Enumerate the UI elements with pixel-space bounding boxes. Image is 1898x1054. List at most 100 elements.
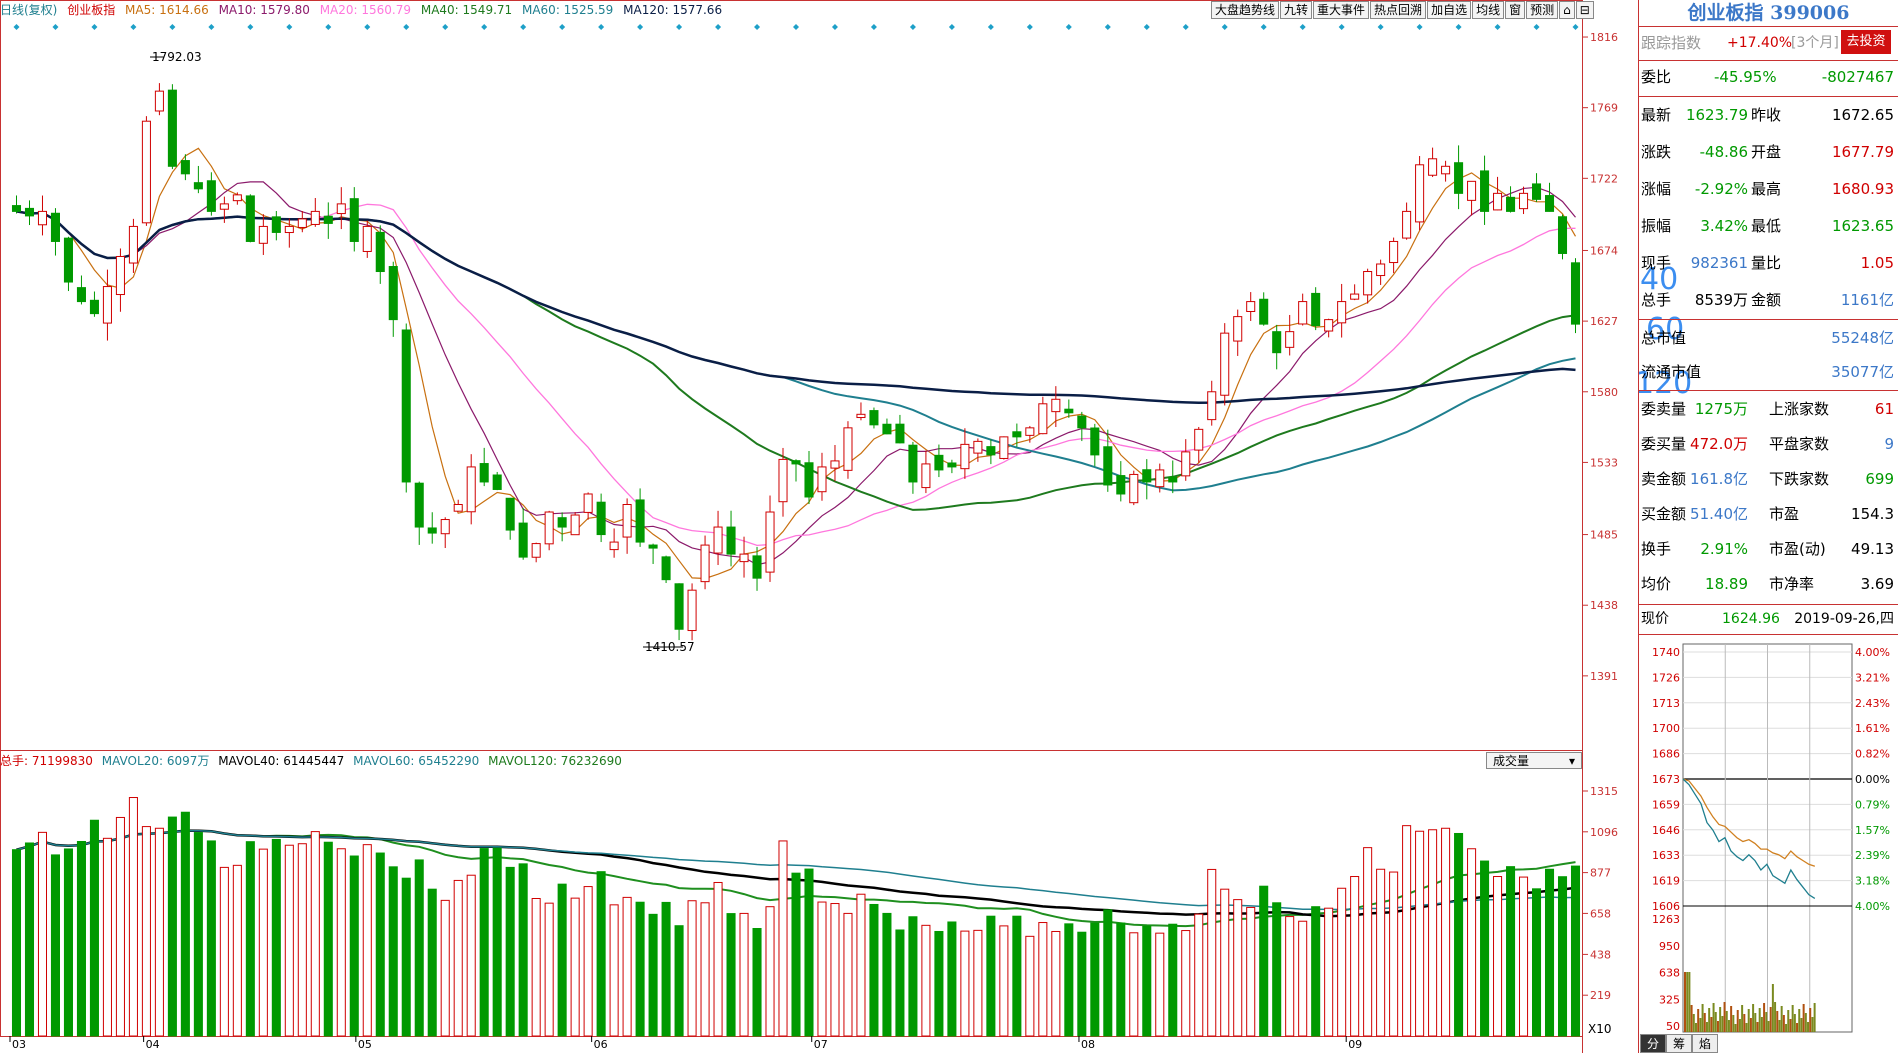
mini-volume-label: 638 — [1659, 967, 1680, 980]
volume-bar — [752, 927, 762, 1037]
market-trend-button[interactable]: 大盘趋势线 — [1211, 1, 1280, 19]
current-price-label: 现价 — [1641, 611, 1669, 627]
event-marker-icon — [1260, 24, 1267, 30]
window-button[interactable]: 窗 — [1505, 1, 1526, 19]
event-marker-icon — [91, 24, 98, 30]
kline-chart-area[interactable]: 1816 1769 1722 1674 1627 1580 1533 1485 1438 1391… — [0, 0, 1638, 1053]
event-marker-icon — [13, 24, 20, 30]
indicator-dropdown[interactable]: 成交量 ▾ — [1486, 752, 1582, 769]
candle-body — [869, 410, 879, 426]
candle-body — [1363, 271, 1373, 296]
candle-body — [1376, 263, 1386, 277]
tab-chips[interactable]: 筹 — [1666, 1034, 1693, 1053]
volume-bar — [531, 898, 541, 1037]
intraday-chart[interactable]: 1740 4.00% 1726 3.21% 1713 2.43% 1700 1.61% 1686… — [1639, 634, 1898, 1034]
candle-body — [1142, 469, 1152, 483]
candle-body — [479, 463, 489, 483]
hotspot-review-button[interactable]: 热点回溯 — [1370, 1, 1427, 19]
candle-body — [804, 462, 814, 498]
close-icon[interactable]: ⊟ — [1575, 1, 1594, 19]
candle-body — [531, 543, 541, 558]
stat-label2-1: 平盘家数 — [1769, 435, 1830, 453]
home-icon[interactable]: ⌂ — [1559, 1, 1575, 19]
indicator-dropdown-label: 成交量 — [1493, 754, 1530, 768]
event-marker-icon — [831, 24, 838, 30]
volume-bar — [830, 903, 840, 1037]
candle-body — [1506, 196, 1516, 212]
volume-bar — [1557, 876, 1568, 1037]
candle-body — [180, 160, 190, 175]
mini-volume-label: 950 — [1659, 940, 1680, 953]
ma20-label: MA20: 1560.79 — [319, 3, 412, 17]
mini-price-label: 1726 — [1652, 671, 1680, 684]
volume-bar — [635, 901, 645, 1037]
mini-price-label: 1713 — [1652, 697, 1680, 710]
candle-body — [11, 205, 22, 212]
event-marker-icon — [1572, 24, 1579, 30]
candle-body — [505, 497, 515, 531]
major-events-button[interactable]: 重大事件 — [1313, 1, 1370, 19]
stat-value-0: 1275万 — [1694, 400, 1748, 418]
period-label[interactable]: 日线(复权) — [0, 3, 57, 17]
volume-bar — [648, 913, 658, 1037]
candle-body — [1519, 192, 1529, 210]
event-marker-icon — [1182, 24, 1189, 30]
candle-body — [245, 195, 255, 242]
volume-bar — [219, 866, 229, 1037]
date-tick-label: 04 — [146, 1038, 160, 1051]
high-annotation: 1792.03 — [152, 50, 202, 64]
forecast-button[interactable]: 预测 — [1526, 1, 1559, 19]
event-marker-icon — [754, 24, 761, 30]
candle-body — [1544, 195, 1555, 212]
quote-label-0: 最新 — [1641, 106, 1672, 124]
volume-bar — [1155, 932, 1165, 1037]
ma60-line — [16, 210, 1576, 492]
candle-body — [635, 499, 645, 543]
tab-time-share[interactable]: 分 — [1640, 1034, 1667, 1053]
volume-bar — [960, 930, 970, 1037]
volume-bar — [1142, 925, 1152, 1037]
mini-pct-label: 0.79% — [1855, 798, 1890, 811]
stat-label-2: 卖金额 — [1641, 470, 1687, 488]
add-watchlist-button[interactable]: 加自选 — [1427, 1, 1472, 19]
candle-body — [1428, 158, 1438, 176]
event-marker-icon — [247, 24, 254, 30]
ma60-label: MA60: 1525.59 — [521, 3, 614, 17]
volume-bar — [1129, 932, 1139, 1037]
candle-body — [76, 287, 86, 303]
event-marker-icon — [1416, 24, 1423, 30]
volume-bar — [765, 906, 775, 1037]
candle-body — [1532, 183, 1542, 200]
invest-button[interactable]: 去投资 — [1841, 30, 1891, 54]
volume-bar — [1194, 913, 1204, 1037]
volume-bar — [440, 899, 450, 1037]
candle-body — [427, 527, 437, 534]
candle-body — [1389, 240, 1399, 264]
volume-bar — [1259, 885, 1269, 1037]
stat-value-3: 51.40亿 — [1690, 505, 1748, 523]
stat-value2-0: 61 — [1874, 400, 1894, 418]
stat-value-2: 161.8亿 — [1690, 470, 1748, 488]
volume-bar — [1311, 906, 1321, 1037]
event-marker-icon — [598, 24, 605, 30]
stat-label-0: 委卖量 — [1641, 400, 1687, 418]
stat-value-5: 18.89 — [1705, 575, 1748, 593]
volume-bar — [843, 912, 853, 1037]
candle-body — [661, 556, 671, 581]
volume-bar — [1415, 830, 1425, 1037]
tab-flame[interactable]: 焰 — [1692, 1034, 1719, 1053]
date-tick-label: 05 — [358, 1038, 372, 1051]
event-marker-icon — [442, 24, 449, 30]
candle-body — [1493, 192, 1503, 211]
indicator-header: 日线(复权) 创业板指 MA5: 1614.66 MA10: 1579.80 M… — [0, 0, 1210, 20]
nine-turn-button[interactable]: 九转 — [1280, 1, 1313, 19]
candle-body — [1259, 298, 1269, 325]
volume-bar — [1298, 920, 1308, 1037]
candle-body — [947, 462, 957, 468]
ma-settings-button[interactable]: 均线 — [1472, 1, 1505, 19]
candle-body — [622, 504, 632, 538]
stat-row: 买金额 51.40亿 市盈 154.3 — [1639, 497, 1898, 531]
volume-bar — [479, 848, 489, 1037]
candle-body — [739, 553, 749, 563]
volume-bar — [1454, 832, 1464, 1037]
